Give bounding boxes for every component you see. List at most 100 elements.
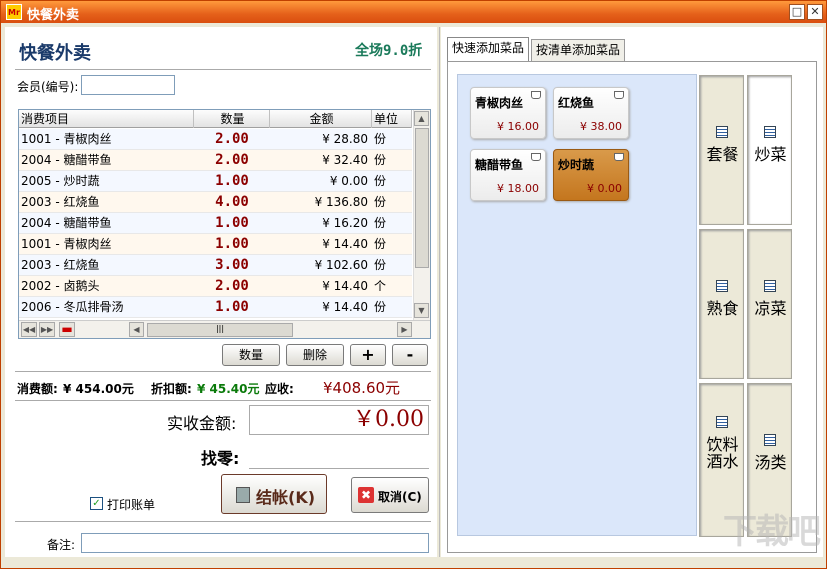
cell-unit: 份 [374,153,387,167]
member-label: 会员(编号): [17,80,79,94]
list-icon [764,434,776,446]
bowl-icon [614,91,624,99]
scroll-thumb[interactable] [415,128,429,268]
print-receipt-checkbox[interactable]: ✓ [90,497,103,510]
change-amount [249,443,429,469]
table-row[interactable]: 2002 - 卤鹅头 2.00 ¥ 14.40 个 [19,276,412,297]
dish-card-2[interactable]: 糖醋带鱼 ¥ 18.00 [470,149,546,201]
cell-item: 2005 - 炒时蔬 [21,174,100,188]
list-icon [764,126,776,138]
scroll-up-icon[interactable]: ▲ [414,111,429,126]
cell-item: 2002 - 卤鹅头 [21,279,100,293]
bowl-icon [531,91,541,99]
nav-first-icon[interactable]: ◀◀ [21,322,37,337]
increase-button[interactable]: + [350,344,386,366]
category-tab-stir-fry[interactable]: 炒菜 [747,75,792,225]
table-header: 消费项目 数量 金额 单位 [19,110,412,128]
hscroll-thumb[interactable]: ||| [147,323,293,337]
list-icon [716,280,728,292]
cell-amount: ¥ 136.80 [314,195,368,209]
table-row[interactable]: 1001 - 青椒肉丝 1.00 ¥ 14.40 份 [19,234,412,255]
table-row[interactable]: 2003 - 红烧鱼 4.00 ¥ 136.80 份 [19,192,412,213]
discount-label: 折扣额: [151,382,192,396]
vertical-scrollbar[interactable]: ▲ ▼ [413,110,430,320]
quantity-button[interactable]: 数量 [222,344,280,366]
col-amount[interactable]: 金额 [270,110,372,128]
table-row[interactable]: 2003 - 红烧鱼 3.00 ¥ 102.60 份 [19,255,412,276]
delete-button[interactable]: 删除 [286,344,344,366]
horizontal-scrollbar[interactable]: ◀◀ ▶▶ ▬ ◀ ||| ▶ [19,320,430,338]
remark-input[interactable] [81,533,429,553]
cell-unit: 份 [374,174,387,188]
list-icon [716,126,728,138]
bowl-icon [531,153,541,161]
dish-card-3[interactable]: 炒时蔬 ¥ 0.00 [553,149,629,201]
table-row[interactable]: 2006 - 冬瓜排骨汤 1.00 ¥ 14.40 份 [19,297,412,318]
cell-amount: ¥ 16.20 [322,216,368,230]
table-row[interactable]: 2004 - 糖醋带鱼 1.00 ¥ 16.20 份 [19,213,412,234]
dish-name: 红烧鱼 [558,96,595,110]
category-tab-cold-dish[interactable]: 凉菜 [747,229,792,379]
cell-amount: ¥ 14.40 [322,237,368,251]
cell-amount: ¥ 14.40 [322,300,368,314]
cancel-label: 取消(C) [378,490,422,504]
dish-card-1[interactable]: 红烧鱼 ¥ 38.00 [553,87,629,139]
table-row[interactable]: 2005 - 炒时蔬 1.00 ¥ 0.00 份 [19,171,412,192]
cell-unit: 份 [374,132,387,146]
scroll-right-icon[interactable]: ▶ [397,322,412,337]
scroll-left-icon[interactable]: ◀ [129,322,144,337]
decrease-button[interactable]: - [392,344,428,366]
nav-next-icon[interactable]: ▶▶ [39,322,55,337]
main-window: Mr 快餐外卖 □ ✕ 快餐外卖 全场9.0折 会员(编号): 消费项目 数量 … [0,0,827,569]
scroll-down-icon[interactable]: ▼ [414,303,429,318]
cell-qty: 3.00 [215,257,249,273]
title-bar: Mr 快餐外卖 □ ✕ [1,1,826,23]
consume-value: ¥ 454.00元 [63,382,134,396]
tab-quick-add[interactable]: 快速添加菜品 [447,37,530,61]
dish-card-0[interactable]: 青椒肉丝 ¥ 16.00 [470,87,546,139]
cell-unit: 个 [374,279,387,293]
received-label: 实收金额: [167,414,237,433]
cell-qty: 1.00 [215,173,249,189]
list-icon [764,280,776,292]
cell-qty: 2.00 [215,152,249,168]
consume-label: 消费额: [17,382,58,396]
due-label: 应收: [265,382,294,396]
table-row[interactable]: 1001 - 青椒肉丝 2.00 ¥ 28.80 份 [19,129,412,150]
cell-amount: ¥ 102.60 [314,258,368,272]
category-tab-deli[interactable]: 熟食 [699,229,744,379]
cell-qty: 4.00 [215,194,249,210]
checkout-label: 结帐(K) [256,488,316,507]
maximize-button[interactable]: □ [789,4,805,20]
list-icon [716,416,728,428]
order-table: 消费项目 数量 金额 单位 1001 - 青椒肉丝 2.00 ¥ 28.80 份 200… [18,109,431,339]
cancel-button[interactable]: ✖ 取消(C) [351,477,429,513]
category-label: 炒菜 [754,145,787,164]
col-item[interactable]: 消费项目 [19,110,194,128]
cell-amount: ¥ 32.40 [322,153,368,167]
cell-item: 1001 - 青椒肉丝 [21,132,112,146]
remove-row-icon[interactable]: ▬ [59,322,75,337]
cell-qty: 1.00 [215,299,249,315]
cell-item: 2006 - 冬瓜排骨汤 [21,300,124,314]
dish-price: ¥ 38.00 [580,120,622,133]
member-id-input[interactable] [81,75,175,95]
category-label: 饮料酒水 [706,435,739,471]
table-row[interactable]: 2004 - 糖醋带鱼 2.00 ¥ 32.40 份 [19,150,412,171]
tab-list-add[interactable]: 按清单添加菜品 [531,39,626,61]
received-amount-input[interactable]: ￥0.00 [249,405,429,435]
checkout-button[interactable]: 结帐(K) [221,474,327,514]
dish-panel: 快速添加菜品 按清单添加菜品 青椒肉丝 ¥ 16.00 红烧鱼 ¥ 38.00 … [441,27,823,557]
cell-qty: 1.00 [215,215,249,231]
dish-name: 青椒肉丝 [475,96,524,110]
cell-amount: ¥ 14.40 [322,279,368,293]
close-button[interactable]: ✕ [807,4,823,20]
category-label: 套餐 [706,145,739,164]
category-tab-set-meal[interactable]: 套餐 [699,75,744,225]
col-qty[interactable]: 数量 [194,110,270,128]
cell-item: 2003 - 红烧鱼 [21,258,100,272]
col-unit[interactable]: 单位 [372,110,412,128]
order-panel: 快餐外卖 全场9.0折 会员(编号): 消费项目 数量 金额 单位 1001 -… [5,27,437,557]
change-label: 找零: [201,449,240,468]
dish-grid: 青椒肉丝 ¥ 16.00 红烧鱼 ¥ 38.00 糖醋带鱼 ¥ 18.00 炒时… [457,74,697,536]
